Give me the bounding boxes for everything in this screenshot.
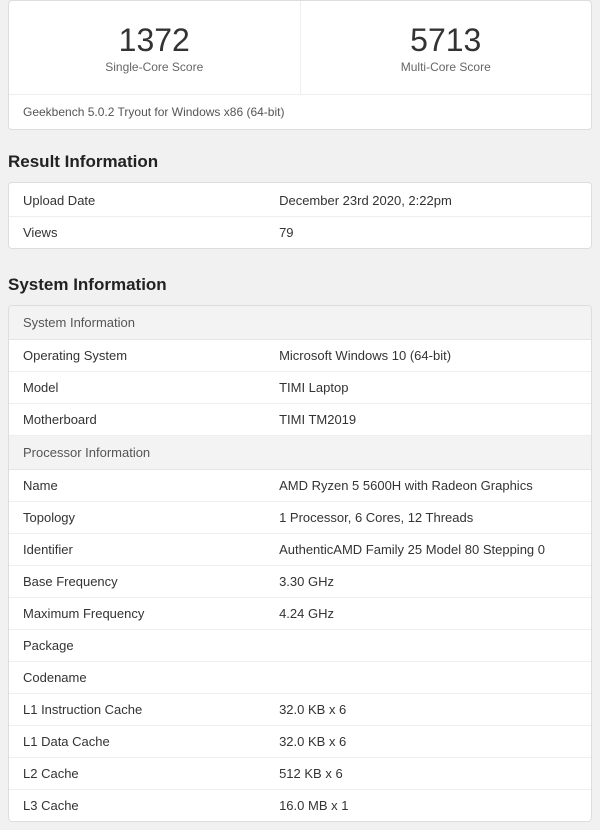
table-row: Name AMD Ryzen 5 5600H with Radeon Graph… — [9, 470, 591, 502]
row-key: Maximum Frequency — [9, 598, 265, 629]
row-key: Name — [9, 470, 265, 501]
table-row: L2 Cache 512 KB x 6 — [9, 758, 591, 790]
row-value: 1 Processor, 6 Cores, 12 Threads — [265, 502, 591, 533]
table-row: Motherboard TIMI TM2019 — [9, 404, 591, 436]
row-key: Topology — [9, 502, 265, 533]
row-key: Motherboard — [9, 404, 265, 435]
row-value: TIMI Laptop — [265, 372, 591, 403]
multi-core-score: 5713 Multi-Core Score — [300, 1, 592, 94]
table-row: L1 Data Cache 32.0 KB x 6 — [9, 726, 591, 758]
row-key: L2 Cache — [9, 758, 265, 789]
benchmark-version: Geekbench 5.0.2 Tryout for Windows x86 (… — [9, 94, 591, 129]
row-value: 16.0 MB x 1 — [265, 790, 591, 821]
row-key: Operating System — [9, 340, 265, 371]
table-row: Model TIMI Laptop — [9, 372, 591, 404]
row-key: Package — [9, 630, 265, 661]
row-value: 3.30 GHz — [265, 566, 591, 597]
table-row: Base Frequency 3.30 GHz — [9, 566, 591, 598]
multi-core-score-value: 5713 — [311, 23, 582, 58]
table-row: Topology 1 Processor, 6 Cores, 12 Thread… — [9, 502, 591, 534]
row-key: Views — [9, 217, 265, 248]
table-row: Maximum Frequency 4.24 GHz — [9, 598, 591, 630]
system-information-heading: System Information — [8, 275, 592, 295]
row-value: December 23rd 2020, 2:22pm — [265, 183, 591, 216]
row-key: Upload Date — [9, 183, 265, 216]
row-value: 512 KB x 6 — [265, 758, 591, 789]
table-row: Identifier AuthenticAMD Family 25 Model … — [9, 534, 591, 566]
single-core-score-value: 1372 — [19, 23, 290, 58]
table-row: Operating System Microsoft Windows 10 (6… — [9, 340, 591, 372]
result-information-heading: Result Information — [8, 152, 592, 172]
row-value: 32.0 KB x 6 — [265, 726, 591, 757]
row-value: Microsoft Windows 10 (64-bit) — [265, 340, 591, 371]
system-information-subheader: System Information — [9, 306, 591, 340]
table-row: Views 79 — [9, 217, 591, 248]
row-value — [265, 630, 591, 661]
row-value: AMD Ryzen 5 5600H with Radeon Graphics — [265, 470, 591, 501]
row-key: L1 Instruction Cache — [9, 694, 265, 725]
scores-panel: 1372 Single-Core Score 5713 Multi-Core S… — [8, 0, 592, 130]
row-value: TIMI TM2019 — [265, 404, 591, 435]
single-core-score: 1372 Single-Core Score — [9, 1, 300, 94]
row-value: 79 — [265, 217, 591, 248]
processor-information-subheader: Processor Information — [9, 436, 591, 470]
single-core-score-label: Single-Core Score — [19, 60, 290, 74]
row-value: 32.0 KB x 6 — [265, 694, 591, 725]
table-row: Codename — [9, 662, 591, 694]
row-key: L1 Data Cache — [9, 726, 265, 757]
row-value — [265, 662, 591, 693]
multi-core-score-label: Multi-Core Score — [311, 60, 582, 74]
table-row: L3 Cache 16.0 MB x 1 — [9, 790, 591, 821]
table-row: Upload Date December 23rd 2020, 2:22pm — [9, 183, 591, 217]
scores-row: 1372 Single-Core Score 5713 Multi-Core S… — [9, 1, 591, 94]
row-key: Identifier — [9, 534, 265, 565]
table-row: Package — [9, 630, 591, 662]
row-key: Codename — [9, 662, 265, 693]
table-row: L1 Instruction Cache 32.0 KB x 6 — [9, 694, 591, 726]
row-value: 4.24 GHz — [265, 598, 591, 629]
row-value: AuthenticAMD Family 25 Model 80 Stepping… — [265, 534, 591, 565]
row-key: Model — [9, 372, 265, 403]
row-key: L3 Cache — [9, 790, 265, 821]
system-information-table: System Information Operating System Micr… — [8, 305, 592, 822]
row-key: Base Frequency — [9, 566, 265, 597]
result-information-table: Upload Date December 23rd 2020, 2:22pm V… — [8, 182, 592, 249]
